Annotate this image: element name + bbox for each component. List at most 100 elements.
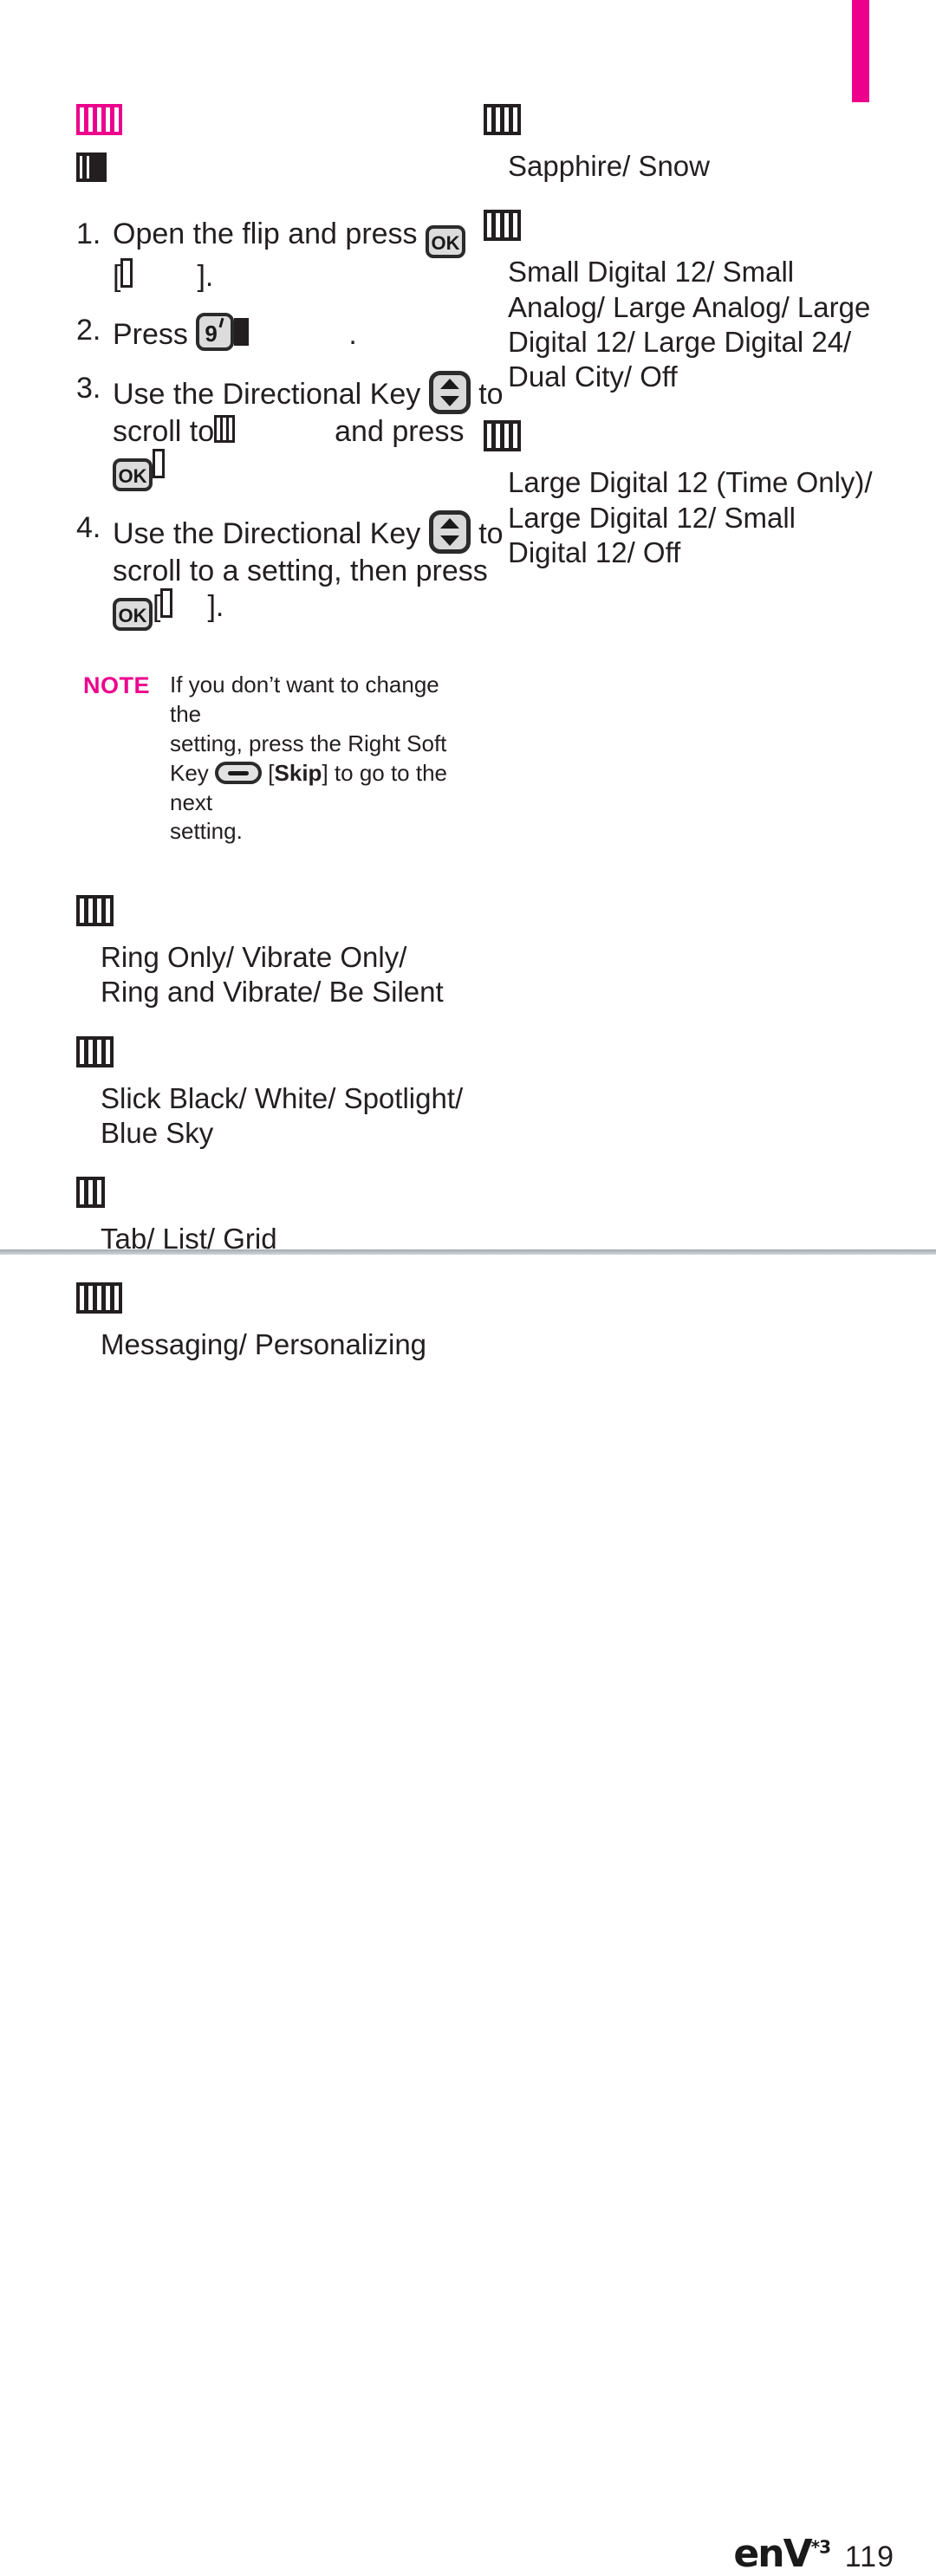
step-3-number: 3. (76, 372, 101, 406)
section-main-clock: Small Digital 12/ Small Analog/ Large An… (484, 210, 874, 394)
missing-glyph-heading-icon (76, 895, 114, 927)
missing-glyph-heading-icon (484, 104, 521, 135)
right-column: Sapphire/ Snow Small Digital 12/ Small A… (484, 104, 874, 579)
page-subtitle (76, 152, 466, 198)
section-heading (76, 895, 466, 937)
right-soft-key-icon[interactable] (215, 761, 263, 784)
section-values: Slick Black/ White/ Spotlight/ Blue Sky (101, 1081, 464, 1149)
missing-glyph-heading-icon (484, 210, 521, 242)
section-front-clock: Large Digital 12 (Time Only)/ Large Digi… (484, 420, 874, 570)
section-menu-theme: Slick Black/ White/ Spotlight/ Blue Sky (76, 1035, 466, 1152)
step-1-line-2: []. (113, 258, 466, 294)
section-values: Messaging/ Personalizing (101, 1328, 427, 1361)
step-4: 4. Use the Directional Key to scroll to … (76, 510, 504, 632)
step-1: 1. Open the flip and press OK []. (76, 217, 466, 294)
section-menu-layout: Tab/ List/ Grid (76, 1177, 466, 1256)
digit-9-key-icon[interactable]: 9 (196, 313, 235, 352)
left-sections: Ring Only/ Vibrate Only/ Ring and Vibrat… (76, 895, 466, 1363)
section-heading (76, 1282, 466, 1324)
step-3-line-2: scroll to and press (113, 414, 466, 449)
ok-key-icon[interactable]: OK (113, 598, 153, 632)
step-4-bracket-open: [ (153, 590, 161, 624)
directional-key-icon[interactable] (428, 510, 471, 555)
section-heading (484, 420, 874, 462)
step-4-line-2: scroll to a setting, then press (113, 554, 488, 588)
brand-name: enV (733, 2532, 812, 2576)
step-3-text-d: and press (335, 415, 465, 449)
note-block: NOTE If you don’t want to change the set… (83, 671, 466, 847)
chevron-down-icon (439, 396, 459, 407)
step-2-number: 2. (76, 314, 101, 347)
step-2: 2. Press 9. (76, 313, 466, 352)
note-label: NOTE (83, 672, 151, 699)
step-3-text-a: Use the Directional Key (113, 378, 421, 412)
directional-key-icon[interactable] (428, 371, 471, 415)
env3-logo: enV*3 (733, 2532, 831, 2576)
missing-glyph-icon (160, 588, 173, 619)
note-skip-label: Skip (274, 759, 322, 786)
missing-glyph-heading-icon (76, 1282, 122, 1314)
step-3-line-1: Use the Directional Key to (113, 371, 504, 415)
step-2-text: Press (113, 318, 188, 352)
section-values: Large Digital 12 (Time Only)/ Large Digi… (508, 466, 873, 568)
step-4-line-1: Use the Directional Key to (113, 510, 504, 555)
missing-glyph-icon (153, 449, 165, 479)
step-4-bracket-close: ]. (207, 590, 224, 624)
missing-glyph-icon (120, 258, 133, 288)
section-heading (484, 210, 874, 251)
section-values: Tab/ List/ Grid (101, 1223, 277, 1256)
step-1-text: Open the flip and press (113, 217, 418, 250)
section-font-type: Messaging/ Personalizing (76, 1282, 466, 1362)
step-3-text-c: scroll to (113, 415, 215, 449)
step-1-line-1: Open the flip and press OK (113, 217, 466, 258)
section-values: Ring Only/ Vibrate Only/ Ring and Vibrat… (101, 941, 444, 1009)
page-tab-marker (852, 0, 869, 102)
page-title (76, 104, 466, 147)
missing-glyph-heading-icon (76, 104, 122, 135)
left-column: 1. Open the flip and press OK []. 2. Pre… (76, 104, 504, 1372)
step-4-text-a: Use the Directional Key (113, 517, 421, 551)
brand-superscript: *3 (810, 2536, 831, 2558)
step-3: 3. Use the Directional Key to scroll to a… (76, 371, 504, 492)
step-1-bracket-open: [ (113, 260, 121, 293)
steps-list: 1. Open the flip and press OK []. 2. Pre… (76, 217, 504, 632)
missing-glyph-heading-icon (76, 1177, 105, 1209)
chevron-up-icon (439, 379, 459, 390)
chevron-down-icon (439, 535, 459, 547)
section-heading (76, 1035, 466, 1078)
page-number: 119 (844, 2540, 894, 2573)
ok-key-icon[interactable]: OK (113, 458, 153, 492)
step-4-number: 4. (76, 511, 101, 545)
soft-key-dash-icon (228, 770, 250, 775)
section-dial-fonts: Sapphire/ Snow (484, 104, 874, 184)
digit-9-label: 9 (205, 321, 218, 347)
missing-glyph-icon (234, 318, 250, 347)
step-4-line-3: OK[]. (113, 588, 466, 632)
note-line-1: If you don’t want to change the (170, 672, 439, 728)
key-corner-tick (218, 317, 224, 328)
note-line-3: Key [Skip] to go to the next (170, 759, 466, 818)
missing-glyph-heading-icon (76, 1035, 114, 1067)
step-2-line-1: Press 9. (113, 313, 466, 352)
note-line-4: setting. (170, 818, 243, 845)
step-2-trailing: . (348, 318, 357, 352)
section-values: Small Digital 12/ Small Analog/ Large An… (508, 256, 871, 393)
step-1-bracket-close: ]. (197, 260, 214, 293)
missing-glyph-heading-icon (484, 420, 521, 452)
missing-glyph-icon (214, 415, 236, 444)
section-title-block (76, 104, 466, 198)
note-line-3-bracket-open: [ (268, 759, 275, 786)
note-line-3-bracket-close: ] (322, 759, 328, 786)
section-heading (484, 104, 874, 146)
chevron-up-icon (439, 518, 459, 529)
step-1-number: 1. (76, 217, 101, 250)
section-heading (76, 1177, 466, 1218)
section-values: Sapphire/ Snow (508, 150, 710, 182)
note-line-3-pre: Key (170, 759, 209, 786)
section-sounds-settings: Ring Only/ Vibrate Only/ Ring and Vibrat… (76, 895, 466, 1010)
step-4-text-c: scroll to a setting, then press (113, 555, 488, 588)
step-3-line-3: OK (113, 449, 466, 492)
ok-key-icon[interactable]: OK (426, 225, 466, 258)
note-line-2: setting, press the Right Soft (170, 730, 447, 757)
missing-glyph-subheading-icon (76, 152, 107, 182)
